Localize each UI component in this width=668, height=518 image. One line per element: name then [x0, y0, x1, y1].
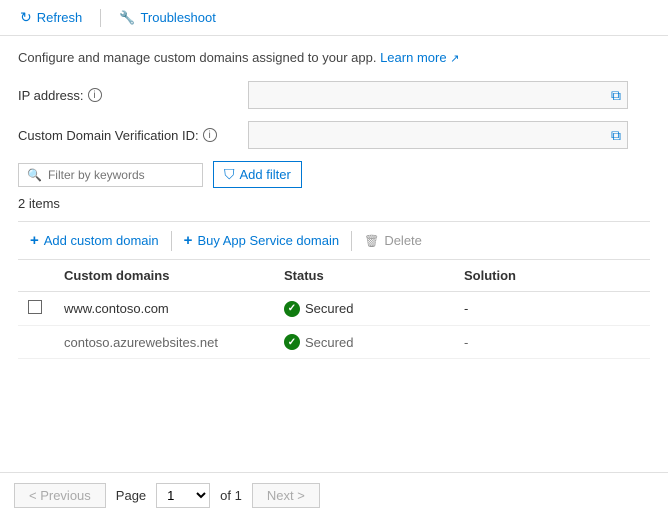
refresh-button[interactable]: Refresh: [14, 6, 88, 29]
copy-icon-2: ⧉: [611, 127, 621, 144]
add-filter-button[interactable]: ⛉ Add filter: [213, 161, 302, 188]
ip-address-input-wrap: ⧉: [248, 81, 628, 109]
external-link-icon: ↗: [450, 53, 459, 65]
action-bar: + Add custom domain + Buy App Service do…: [18, 221, 650, 260]
domain-cell: www.contoso.com: [54, 292, 274, 326]
toolbar-separator: [100, 9, 101, 27]
page-label: Page: [116, 488, 146, 503]
domain-cell: contoso.azurewebsites.net: [54, 326, 274, 359]
next-label: Next >: [267, 488, 305, 503]
table-row: contoso.azurewebsites.net Secured -: [18, 326, 650, 359]
description-main: Configure and manage custom domains assi…: [18, 50, 376, 65]
delete-icon: 🗑: [364, 234, 379, 248]
next-button[interactable]: Next >: [252, 483, 320, 508]
ip-info-icon[interactable]: i: [88, 88, 102, 102]
custom-domain-id-label: Custom Domain Verification ID: i: [18, 128, 248, 143]
secured-icon: [284, 301, 300, 317]
previous-label: < Previous: [29, 488, 91, 503]
status-cell: Secured: [274, 326, 454, 359]
col-header-checkbox: [18, 260, 54, 292]
page-of-label: of 1: [220, 488, 242, 503]
buy-domain-button[interactable]: + Buy App Service domain: [172, 228, 351, 253]
domain-id-info-icon[interactable]: i: [203, 128, 217, 142]
add-filter-label: Add filter: [240, 167, 291, 182]
learn-more-label: Learn more: [380, 50, 446, 65]
col-header-status: Status: [274, 260, 454, 292]
domain-table: Custom domains Status Solution www.conto…: [18, 260, 650, 359]
ip-address-row: IP address: i ⧉: [18, 81, 650, 109]
col-header-solution: Solution: [454, 260, 650, 292]
ip-address-label: IP address: i: [18, 88, 248, 103]
add-custom-domain-label: Add custom domain: [44, 233, 159, 248]
page-select[interactable]: 1: [156, 483, 210, 508]
secured-icon: [284, 334, 300, 350]
delete-label: Delete: [384, 233, 422, 248]
col-header-domain: Custom domains: [54, 260, 274, 292]
copy-icon: ⧉: [611, 87, 621, 104]
delete-button[interactable]: 🗑 Delete: [352, 229, 434, 252]
solution-cell: -: [454, 326, 650, 359]
ip-address-input[interactable]: [253, 88, 609, 102]
ip-copy-button[interactable]: ⧉: [609, 85, 623, 106]
add-custom-domain-button[interactable]: + Add custom domain: [18, 228, 171, 253]
filter-icon: ⛉: [224, 166, 235, 183]
pagination-bar: < Previous Page 1 of 1 Next >: [0, 472, 668, 518]
main-container: { "toolbar": { "refresh_label": "Refresh…: [0, 0, 668, 518]
search-icon: 🔍: [27, 168, 42, 182]
items-count: 2 items: [18, 196, 650, 211]
wrench-icon: 🔧: [119, 10, 135, 26]
buy-domain-icon: +: [184, 232, 193, 249]
solution-cell: -: [454, 292, 650, 326]
previous-button[interactable]: < Previous: [14, 483, 106, 508]
refresh-icon: [20, 9, 32, 26]
table-row: www.contoso.com Secured -: [18, 292, 650, 326]
description-text: Configure and manage custom domains assi…: [18, 50, 650, 65]
learn-more-link[interactable]: Learn more ↗: [380, 50, 459, 65]
add-custom-domain-icon: +: [30, 232, 39, 249]
row-checkbox[interactable]: [28, 300, 42, 314]
filter-bar: 🔍 ⛉ Add filter: [18, 161, 650, 188]
search-input[interactable]: [48, 168, 178, 182]
search-wrap: 🔍: [18, 163, 203, 187]
custom-domain-id-row: Custom Domain Verification ID: i ⧉: [18, 121, 650, 149]
custom-domain-id-input[interactable]: [253, 128, 609, 142]
troubleshoot-label: Troubleshoot: [140, 10, 215, 25]
status-text: Secured: [305, 335, 353, 350]
content-area: Configure and manage custom domains assi…: [0, 36, 668, 373]
refresh-label: Refresh: [37, 10, 83, 25]
custom-domain-id-input-wrap: ⧉: [248, 121, 628, 149]
troubleshoot-button[interactable]: 🔧 Troubleshoot: [113, 7, 222, 29]
status-text: Secured: [305, 301, 353, 316]
status-cell: Secured: [274, 292, 454, 326]
buy-domain-label: Buy App Service domain: [197, 233, 339, 248]
domain-id-copy-button[interactable]: ⧉: [609, 125, 623, 146]
toolbar: Refresh 🔧 Troubleshoot: [0, 0, 668, 36]
